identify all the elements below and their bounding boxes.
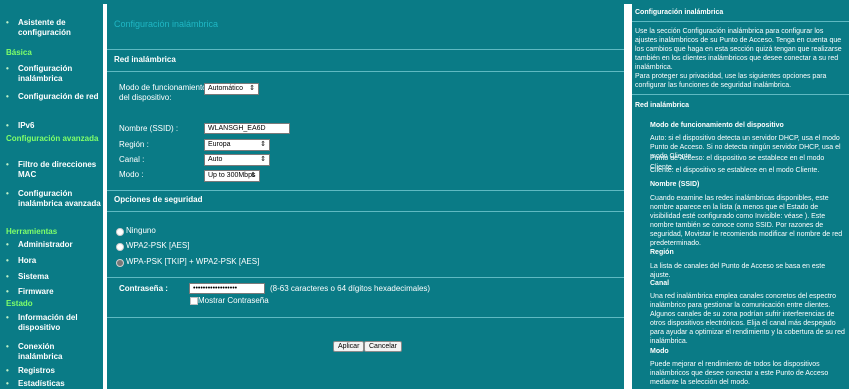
mode-label: Modo de funcionamiento del dispositivo: <box>119 83 207 102</box>
help-panel: Configuración inalámbrica Use la sección… <box>632 4 849 389</box>
cancel-button[interactable]: Cancelar <box>364 341 403 352</box>
security-wpa-wpa2-mixed-label: WPA-PSK [TKIP] + WPA2-PSK [AES] <box>126 257 260 266</box>
divider <box>107 211 624 212</box>
bullet-icon: • <box>6 64 9 73</box>
updown-chevron-icon: ⇕ <box>260 141 266 148</box>
security-wpa-wpa2-mixed-radio[interactable] <box>116 259 124 267</box>
channel-label: Canal : <box>119 155 145 164</box>
help-mode-heading: Modo de funcionamiento del dispositivo <box>650 122 784 129</box>
bullet-icon: • <box>6 366 9 375</box>
show-password-label: Mostrar Contraseña <box>198 296 269 305</box>
sidebar-item-label: Asistente de configuración <box>18 18 71 37</box>
help-canal-heading: Canal <box>650 280 670 287</box>
channel-select-value: Auto <box>208 156 223 163</box>
sidebar-item-label: Información del dispositivo <box>18 313 78 332</box>
sidebar-section-status: Estado <box>6 299 33 308</box>
updown-chevron-icon: ⇕ <box>250 172 256 179</box>
apply-button[interactable]: Aplicar <box>333 341 365 352</box>
sidebar-item-label: Configuración inalámbrica <box>18 64 73 83</box>
section-heading: Red inalámbrica <box>114 55 176 64</box>
help-mode-p3: Cliente: el dispositivo se establece en … <box>650 167 820 174</box>
divider <box>107 71 624 72</box>
bullet-icon: • <box>6 240 9 249</box>
mode-select[interactable]: Automático ⇕ <box>204 83 259 95</box>
divider <box>632 21 849 22</box>
bullet-icon: • <box>6 189 9 198</box>
sidebar-section-basic: Básica <box>6 48 32 57</box>
password-hint: (8-63 caracteres o 64 dígitos hexadecima… <box>270 284 431 293</box>
bullet-icon: • <box>6 18 9 27</box>
main-panel: Configuración inalámbrica Red inalámbric… <box>107 4 624 389</box>
updown-chevron-icon: ⇕ <box>260 156 266 163</box>
modo-select-value: Up to 300Mbps <box>208 172 256 179</box>
sidebar-item-label: Estadísticas <box>18 379 65 388</box>
region-select-value: Europa <box>208 141 231 148</box>
help-intro: Use la sección Configuración inalámbrica… <box>635 28 842 71</box>
security-wpa2-aes-radio[interactable] <box>116 243 124 251</box>
mode-select-value: Automático <box>208 85 244 92</box>
help-ssid-p: Cuando examine las redes inalámbricas di… <box>650 195 843 247</box>
help-title: Configuración inalámbrica <box>635 9 724 16</box>
sidebar-item-label: Conexión inalámbrica <box>18 342 63 361</box>
sidebar-item-label: Administrador <box>18 240 73 249</box>
divider <box>632 94 849 95</box>
show-password-checkbox[interactable] <box>190 297 198 305</box>
updown-chevron-icon: ⇕ <box>249 85 255 92</box>
ssid-input[interactable]: WLANSGH_EA6D <box>204 123 290 134</box>
router-admin-page: • Asistente de configuración Básica • Co… <box>0 0 849 389</box>
help-modo-p: Puede mejorar el rendimiento de todos lo… <box>650 361 829 386</box>
security-none-label: Ninguno <box>126 226 156 235</box>
region-label: Región : <box>119 140 149 149</box>
sidebar-nav: • Asistente de configuración Básica • Co… <box>0 4 103 389</box>
divider <box>107 190 624 191</box>
divider <box>107 49 624 50</box>
bullet-icon: • <box>6 272 9 281</box>
section-heading: Opciones de seguridad <box>114 195 203 204</box>
help-modo-heading: Modo <box>650 348 669 355</box>
security-none-radio[interactable] <box>116 228 124 236</box>
bullet-icon: • <box>6 256 9 265</box>
ssid-label: Nombre (SSID) : <box>119 124 179 133</box>
bullet-icon: • <box>6 313 9 322</box>
divider <box>107 317 624 318</box>
help-region-p: La lista de canales del Punto de Acceso … <box>650 263 826 279</box>
password-input[interactable]: •••••••••••••••••• <box>189 283 265 294</box>
help-canal-p: Una red inalámbrica emplea canales concr… <box>650 293 845 345</box>
sidebar-item-label: Configuración de red <box>18 92 99 101</box>
sidebar-section-advanced: Configuración avanzada <box>6 134 99 143</box>
help-red-heading: Red inalámbrica <box>635 102 690 109</box>
bullet-icon: • <box>6 160 9 169</box>
security-wpa2-aes-label: WPA2-PSK [AES] <box>126 241 190 250</box>
help-region-heading: Región <box>650 249 674 256</box>
page-title: Configuración inalámbrica <box>114 19 219 29</box>
bullet-icon: • <box>6 379 9 388</box>
sidebar-section-tools: Herramientas <box>6 227 58 236</box>
sidebar-item-label: Hora <box>18 256 37 265</box>
help-protect: Para proteger su privacidad, use las sig… <box>635 73 827 89</box>
sidebar-item-label: IPv6 <box>18 121 35 130</box>
sidebar-item-label: Registros <box>18 366 55 375</box>
sidebar-item-label: Filtro de direcciones MAC <box>18 160 97 179</box>
help-ssid-heading: Nombre (SSID) <box>650 181 700 188</box>
bullet-icon: • <box>6 92 9 101</box>
sidebar-item-label: Sistema <box>18 272 49 281</box>
sidebar-item-label: Configuración inalámbrica avanzada <box>18 189 101 208</box>
modo-label: Modo : <box>119 170 144 179</box>
region-select[interactable]: Europa ⇕ <box>204 139 270 151</box>
modo-select[interactable]: Up to 300Mbps ⇕ <box>204 170 260 182</box>
bullet-icon: • <box>6 121 9 130</box>
sidebar-item-label: Firmware <box>18 287 54 296</box>
password-label: Contraseña : <box>119 284 168 293</box>
divider <box>107 277 624 278</box>
bullet-icon: • <box>6 342 9 351</box>
channel-select[interactable]: Auto ⇕ <box>204 154 270 166</box>
bullet-icon: • <box>6 287 9 296</box>
